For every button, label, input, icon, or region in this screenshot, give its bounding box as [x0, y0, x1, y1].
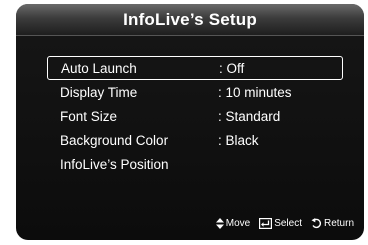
up-down-arrow-icon — [215, 218, 224, 229]
menu-item-value: : Standard — [218, 108, 281, 124]
menu-item-label: Font Size — [60, 108, 118, 124]
dialog-title: InfoLive’s Setup — [123, 9, 257, 29]
menu-item-font-size[interactable]: Font Size : Standard — [47, 104, 343, 128]
move-hint: Move — [215, 218, 251, 229]
return-label: Return — [323, 218, 354, 229]
menu-item-label: Background Color — [60, 132, 169, 148]
settings-menu: Auto Launch : Off Display Time : 10 minu… — [47, 56, 343, 176]
menu-item-label: Display Time — [60, 84, 138, 100]
menu-item-display-time[interactable]: Display Time : 10 minutes — [47, 80, 343, 104]
menu-item-background-color[interactable]: Background Color : Black — [47, 128, 343, 152]
menu-item-infolive-position[interactable]: InfoLive’s Position — [47, 152, 343, 176]
menu-item-auto-launch[interactable]: Auto Launch : Off — [47, 56, 343, 80]
menu-item-value: : Black — [218, 132, 259, 148]
menu-item-label: InfoLive’s Position — [60, 156, 169, 172]
enter-icon — [259, 218, 273, 229]
menu-item-value: : Off — [219, 60, 245, 76]
return-icon — [311, 218, 322, 229]
return-hint: Return — [311, 218, 354, 229]
menu-item-value: : 10 minutes — [218, 84, 292, 100]
select-hint: Select — [259, 218, 302, 229]
button-hints: Move Select Return — [215, 218, 354, 229]
menu-item-label: Auto Launch — [61, 60, 137, 76]
move-label: Move — [225, 218, 251, 229]
select-label: Select — [274, 218, 302, 229]
title-bar: InfoLive’s Setup — [16, 4, 364, 36]
setup-dialog: InfoLive’s Setup Auto Launch : Off Displ… — [16, 4, 364, 240]
